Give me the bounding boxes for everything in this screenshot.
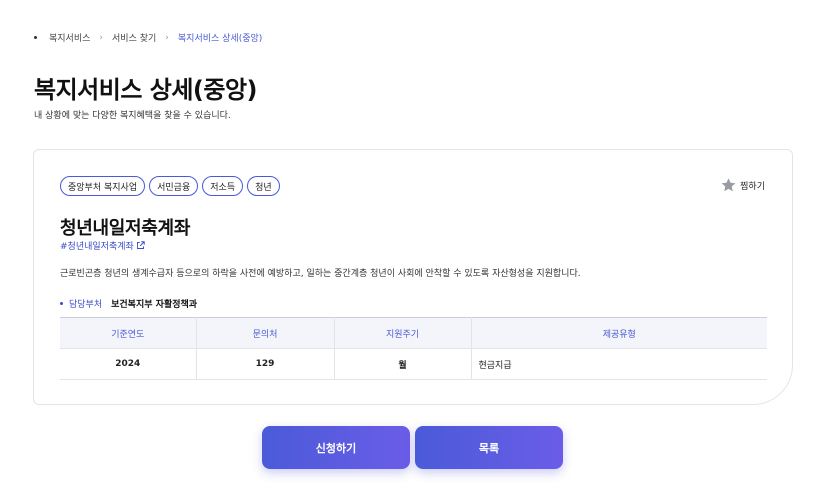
list-button[interactable]: 목록 <box>415 426 563 469</box>
apply-button[interactable]: 신청하기 <box>262 426 410 469</box>
table-header-row: 기준연도 문의처 지원주기 제공유형 <box>60 317 767 349</box>
chevron-right-icon: › <box>99 32 104 43</box>
department-value: 보건복지부 자활정책과 <box>111 300 198 310</box>
column-header-contact: 문의처 <box>196 317 335 349</box>
tag-youth[interactable]: 청년 <box>247 176 280 196</box>
column-header-type: 제공유형 <box>471 317 767 349</box>
service-description: 근로빈곤층 청년의 생계수급자 등으로의 하락을 사전에 예방하고, 일하는 중… <box>60 269 581 279</box>
bookmark-button[interactable]: 찜하기 <box>720 177 765 193</box>
tag-microfinance[interactable]: 서민금융 <box>149 176 199 196</box>
column-header-base-year: 기준연도 <box>60 317 197 349</box>
department-label: 담당부처 <box>69 300 103 310</box>
breadcrumb-item-current: 복지서비스 상세(중앙) <box>177 34 263 44</box>
breadcrumb: 복지서비스 › 서비스 찾기 › 복지서비스 상세(중앙) <box>34 31 262 44</box>
service-info-table: 기준연도 문의처 지원주기 제공유형 2024 129 월 현금지급 <box>60 317 767 380</box>
tag-low-income[interactable]: 저소득 <box>202 176 244 196</box>
cell-type: 현금지급 <box>471 348 767 380</box>
star-icon <box>721 178 736 192</box>
page-subtitle: 내 상황에 맞는 다양한 복지혜택을 찾을 수 있습니다. <box>34 111 231 121</box>
service-hashtag-link[interactable]: #청년내일저축계좌 <box>60 239 145 252</box>
chevron-right-icon: › <box>165 32 169 43</box>
bullet-icon <box>60 302 63 305</box>
home-dot-icon <box>34 36 37 39</box>
service-title: 청년내일저축계좌 <box>60 218 191 239</box>
service-detail-card: 중앙부처 복지사업 서민금융 저소득 청년 찜하기 청년내일저축계좌 #청년내일… <box>33 149 793 405</box>
breadcrumb-item-find-service[interactable]: 서비스 찾기 <box>112 31 156 44</box>
cell-base-year: 2024 <box>60 348 197 380</box>
bookmark-label: 찜하기 <box>740 181 765 192</box>
hashtag-text: #청년내일저축계좌 <box>60 242 134 252</box>
tag-central-welfare[interactable]: 중앙부처 복지사업 <box>60 176 146 196</box>
table-row: 2024 129 월 현금지급 <box>60 348 767 380</box>
external-link-icon <box>136 241 145 249</box>
cell-cycle: 월 <box>334 348 472 380</box>
department-row: 담당부처 보건복지부 자활정책과 <box>60 297 197 310</box>
cell-contact: 129 <box>196 348 335 380</box>
breadcrumb-item-welfare[interactable]: 복지서비스 <box>49 31 90 44</box>
column-header-cycle: 지원주기 <box>334 317 472 349</box>
tag-list: 중앙부처 복지사업 서민금융 저소득 청년 <box>60 176 280 196</box>
page-title: 복지서비스 상세(중앙) <box>34 76 258 104</box>
